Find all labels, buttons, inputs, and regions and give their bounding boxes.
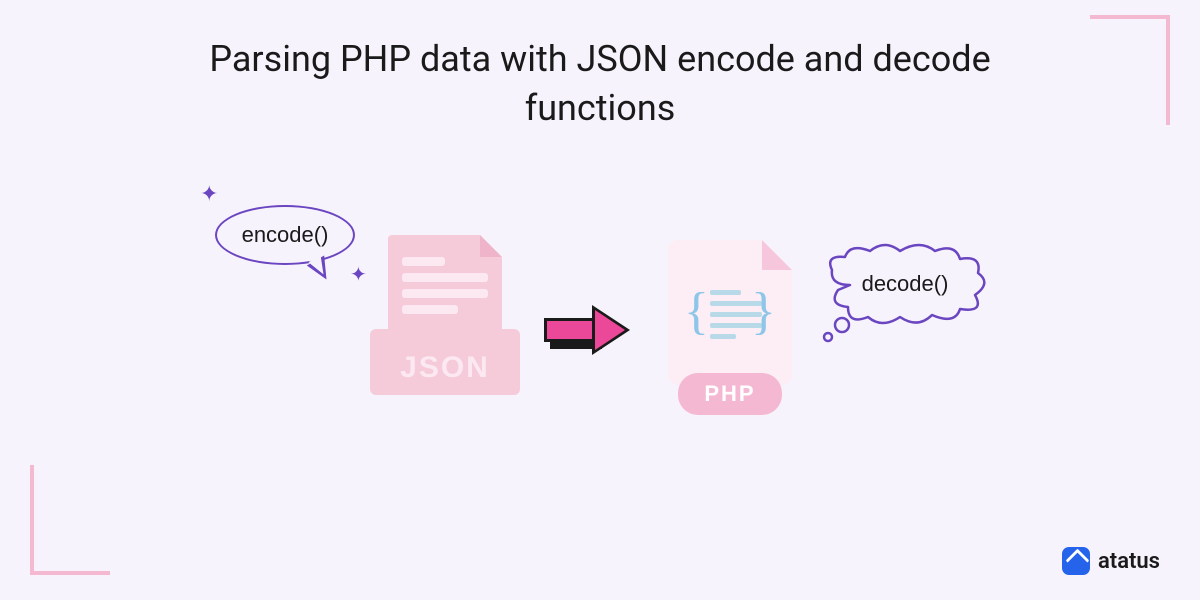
encode-label: encode() bbox=[242, 222, 329, 248]
encode-speech-bubble: encode() bbox=[215, 205, 355, 265]
decode-thought-bubble: decode() bbox=[820, 245, 990, 340]
diagram-container: ✦ ✦ encode() JSON { } PHP bbox=[0, 200, 1200, 500]
json-file-icon: JSON bbox=[370, 235, 520, 415]
corner-decoration-top-right bbox=[1090, 15, 1170, 125]
sparkle-icon: ✦ bbox=[350, 262, 367, 286]
php-file-icon: { } PHP bbox=[660, 240, 800, 415]
brand-logo-icon bbox=[1062, 547, 1090, 575]
brand-logo: atatus bbox=[1062, 547, 1160, 575]
brand-name: atatus bbox=[1098, 549, 1160, 574]
json-badge-label: JSON bbox=[370, 351, 520, 385]
php-badge-label: PHP bbox=[704, 381, 755, 407]
sparkle-icon: ✦ bbox=[200, 182, 218, 207]
page-title: Parsing PHP data with JSON encode and de… bbox=[150, 35, 1050, 132]
decode-label: decode() bbox=[820, 245, 990, 323]
arrow-icon bbox=[540, 305, 640, 355]
